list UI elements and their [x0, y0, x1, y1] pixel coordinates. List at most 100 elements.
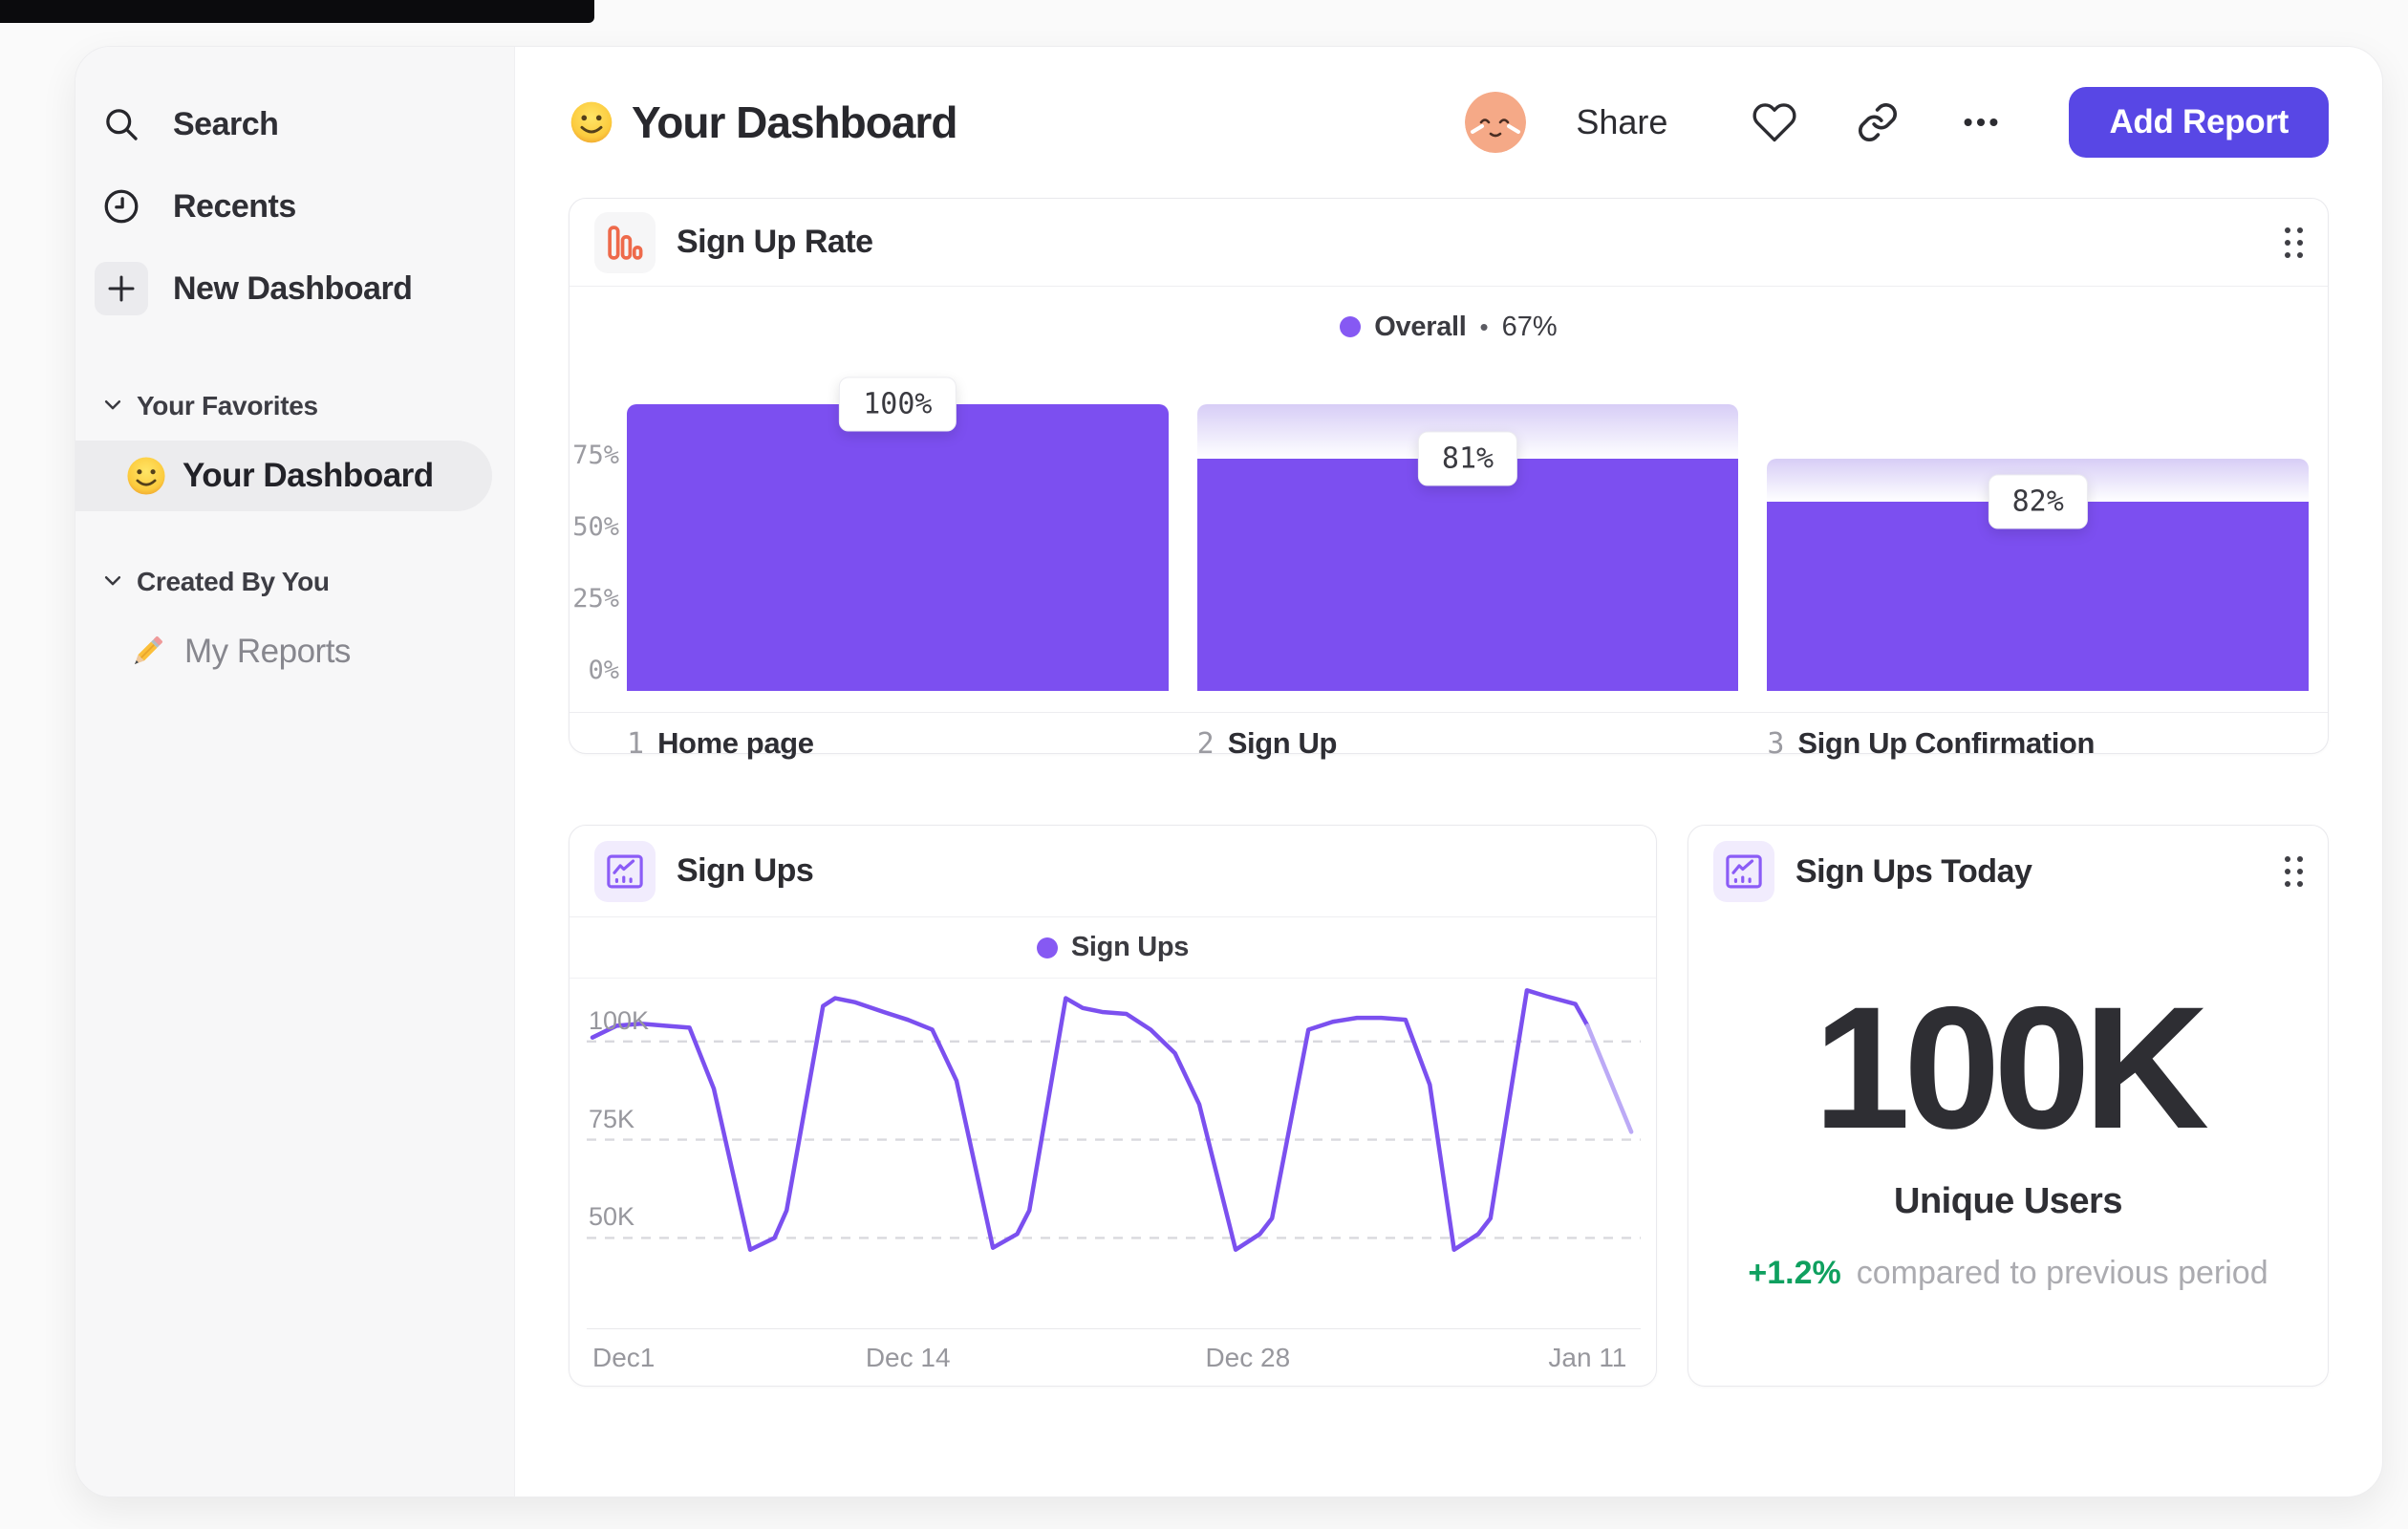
pencil-emoji	[125, 630, 169, 674]
line-chart-x-axis: Dec1 Dec 14 Dec 28 Jan 11	[587, 1328, 1641, 1379]
section-label: Created By You	[137, 567, 330, 596]
line-chart-icon	[1713, 841, 1774, 902]
page-title: Your Dashboard	[569, 97, 957, 148]
app-window: Search Recents New Dashboard Your Favori…	[75, 46, 2383, 1497]
drag-handle-icon[interactable]	[2285, 226, 2303, 258]
step-name: Sign Up Confirmation	[1797, 726, 2095, 760]
line-series[interactable]	[590, 988, 1590, 1253]
sign-ups-today-card: Sign Ups Today 100K Unique Users +1.2% c…	[1688, 825, 2329, 1387]
x-axis-tick: Dec 28	[1205, 1343, 1291, 1372]
funnel-step-label: 1 Home page	[627, 726, 1169, 761]
sidebar-item-label: Your Dashboard	[183, 457, 434, 494]
link-icon[interactable]	[1851, 96, 1904, 149]
chevron-down-icon	[102, 394, 123, 420]
dashboard-header: Your Dashboard Share Add Report	[569, 47, 2329, 198]
step-number: 1	[627, 727, 645, 761]
sidebar-item-search[interactable]: Search	[75, 83, 514, 165]
clock-icon	[95, 180, 148, 233]
chevron-down-icon	[102, 570, 123, 595]
card-title: Sign Ups Today	[1795, 852, 2032, 890]
stat-delta-row: +1.2% compared to previous period	[1748, 1255, 2268, 1292]
y-axis-tick: 50%	[572, 512, 619, 542]
funnel-bar[interactable]: 100%	[627, 359, 1169, 691]
bottom-row: Sign Ups Sign Ups 100K 75K 50K Dec1 Dec 14 D…	[569, 825, 2329, 1387]
sidebar-item-my-reports[interactable]: My Reports	[75, 616, 492, 687]
funnel-value-tooltip: 81%	[1417, 431, 1518, 486]
y-axis-tick: 75K	[589, 1104, 635, 1133]
funnel-bar[interactable]: 82%	[1767, 359, 2310, 691]
card-title: Sign Ups	[677, 852, 814, 889]
line-legend[interactable]: Sign Ups	[570, 917, 1656, 979]
smiley-face-emoji	[125, 455, 167, 497]
stat-delta: +1.2%	[1748, 1255, 1841, 1291]
sidebar: Search Recents New Dashboard Your Favori…	[75, 47, 515, 1497]
step-number: 3	[1767, 727, 1785, 761]
sidebar-item-new-dashboard[interactable]: New Dashboard	[75, 248, 514, 330]
sidebar-item-recents[interactable]: Recents	[75, 165, 514, 248]
funnel-chart: 75% 50% 25% 0% 100% 81% 82%	[570, 359, 2310, 691]
heart-icon[interactable]	[1748, 96, 1801, 149]
add-report-button[interactable]: Add Report	[2069, 87, 2329, 158]
stat-label: Unique Users	[1894, 1181, 2122, 1221]
background-window-edge	[0, 0, 594, 23]
card-header: Sign Ups Today	[1688, 826, 2328, 917]
sidebar-item-your-dashboard[interactable]: Your Dashboard	[75, 441, 492, 511]
section-label: Your Favorites	[137, 391, 318, 420]
y-axis-tick: 50K	[589, 1202, 635, 1232]
x-axis-tick: Jan 11	[1548, 1343, 1627, 1372]
stat-body: 100K Unique Users +1.2% compared to prev…	[1688, 917, 2328, 1386]
card-header: Sign Up Rate	[570, 199, 2328, 287]
y-axis-tick: 75%	[572, 441, 619, 470]
y-axis-tick: 0%	[588, 656, 619, 685]
legend-dot	[1340, 316, 1362, 337]
search-icon	[95, 97, 148, 151]
funnel-step-labels: 1 Home page 2 Sign Up 3 Sign Up Confirmation	[570, 713, 2328, 761]
sign-ups-card: Sign Ups Sign Ups 100K 75K 50K Dec1 Dec 14 D…	[569, 825, 1657, 1387]
page-title-text: Your Dashboard	[632, 97, 957, 147]
funnel-bar[interactable]: 81%	[1196, 359, 1739, 691]
funnel-value-tooltip: 82%	[1988, 474, 2088, 529]
y-axis-tick: 25%	[572, 584, 619, 614]
header-actions: Share Add Report	[1465, 87, 2329, 158]
card-header: Sign Ups	[570, 826, 1656, 917]
sidebar-section-created-by-you[interactable]: Created By You	[75, 555, 514, 609]
legend-dot	[1036, 937, 1058, 958]
funnel-legend[interactable]: Overall • 67%	[570, 287, 2328, 350]
funnel-chart-icon	[594, 211, 656, 273]
line-chart: 100K 75K 50K	[587, 979, 1641, 1328]
stat-value: 100K	[1813, 970, 2209, 1165]
step-name: Sign Up	[1227, 726, 1338, 760]
stat-delta-note: compared to previous period	[1856, 1255, 2268, 1291]
sidebar-section-your-favorites[interactable]: Your Favorites	[75, 379, 514, 433]
x-axis-tick: Dec 14	[865, 1343, 951, 1372]
legend-value: 67%	[1501, 311, 1558, 342]
smiley-face-emoji	[569, 99, 614, 145]
sidebar-item-label: New Dashboard	[173, 269, 413, 307]
funnel-steps-divider: 1 Home page 2 Sign Up 3 Sign Up Confirmation	[570, 712, 2328, 761]
sidebar-item-label: My Reports	[184, 633, 351, 670]
more-options-icon[interactable]	[1954, 96, 2008, 149]
share-button[interactable]: Share	[1576, 102, 1667, 142]
legend-series-label: Overall	[1374, 311, 1467, 342]
line-chart-icon	[594, 840, 656, 902]
funnel-step-label: 3 Sign Up Confirmation	[1767, 726, 2309, 761]
funnel-bar-fill	[627, 404, 1169, 691]
step-number: 2	[1196, 727, 1215, 761]
sidebar-item-label: Search	[173, 105, 279, 142]
y-axis-tick: 100K	[589, 1005, 650, 1035]
plus-icon	[95, 262, 148, 315]
main-content: Your Dashboard Share Add Report Sign Up …	[515, 47, 2382, 1497]
funnel-bars: 100% 81% 82%	[627, 359, 2310, 691]
sign-up-rate-card: Sign Up Rate Overall • 67% 75% 50% 25% 0% 1…	[569, 198, 2329, 761]
x-axis-tick: Dec1	[591, 1343, 656, 1372]
funnel-bar-fill	[1196, 459, 1739, 691]
drag-handle-icon[interactable]	[2285, 856, 2303, 887]
step-name: Home page	[657, 726, 814, 760]
sidebar-item-label: Recents	[173, 187, 296, 225]
legend-separator: •	[1479, 312, 1489, 341]
avatar[interactable]	[1465, 92, 1527, 153]
legend-series-label: Sign Ups	[1070, 932, 1190, 962]
funnel-value-tooltip: 100%	[839, 377, 957, 432]
funnel-bar-fill	[1767, 502, 2310, 691]
card-title: Sign Up Rate	[677, 224, 873, 260]
